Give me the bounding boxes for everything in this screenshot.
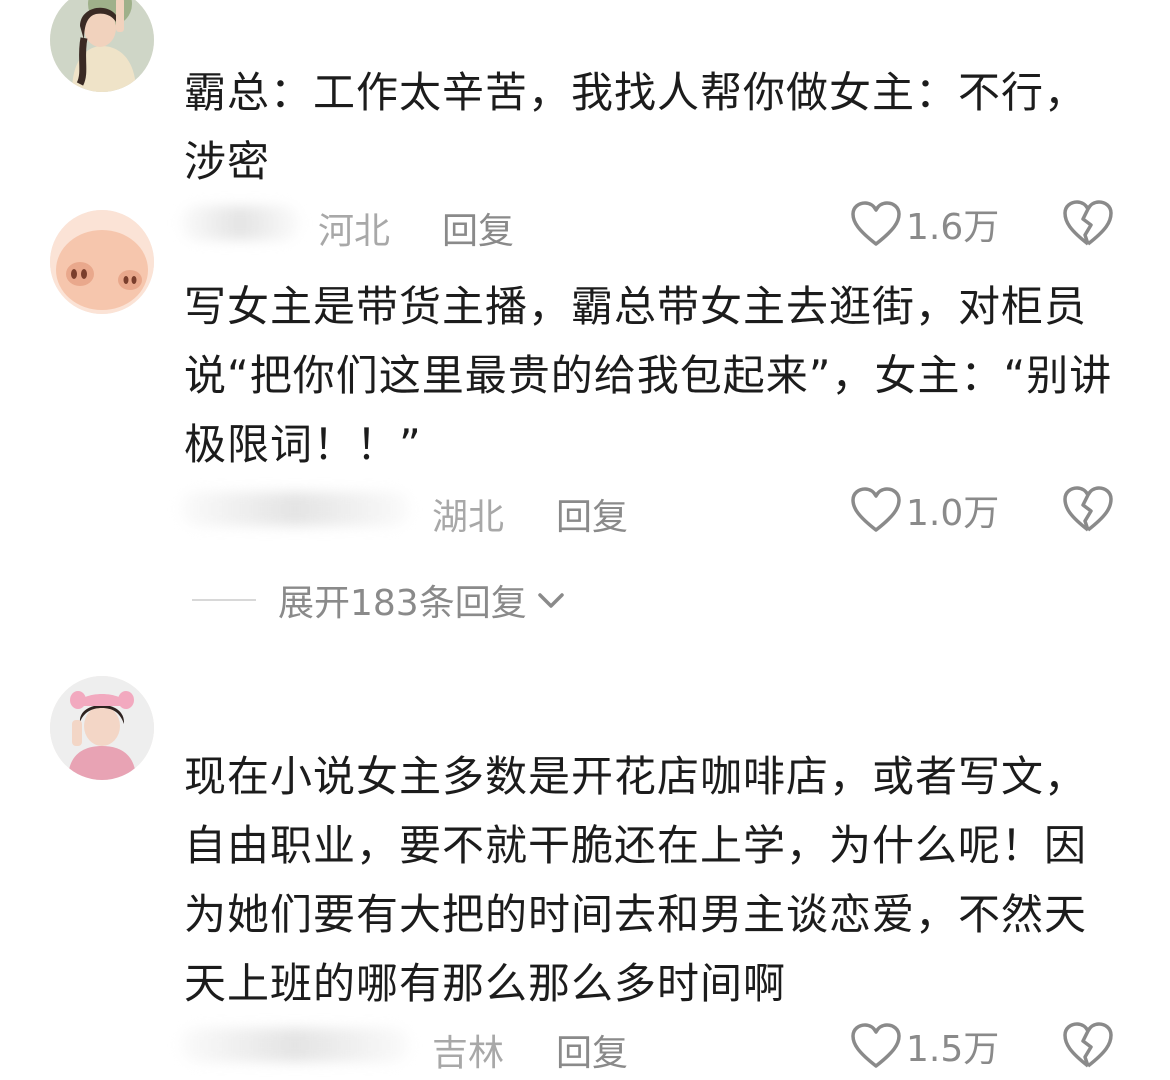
- comment-text-line: 涉密: [184, 137, 271, 186]
- comment-text-line: 自由职业，要不就干脆还在上学，为什么呢！因: [184, 821, 1088, 870]
- comment-text-line: 霸总：工作太辛苦，我找人帮你做女主：不行，: [184, 68, 1088, 117]
- comment-text-line: 写女主是带货主播，霸总带女主去逛街，对柜员: [184, 282, 1088, 331]
- avatar[interactable]: [50, 676, 154, 780]
- avatar[interactable]: [50, 210, 154, 314]
- broken-heart-icon: [1063, 1022, 1113, 1068]
- dislike-button[interactable]: [1062, 1020, 1114, 1070]
- comment-item: 写女主是带货主播，霸总带女主去逛街，对柜员 说“把你们这里最贵的给我包起来”，女…: [0, 210, 1170, 560]
- divider-line: [192, 599, 256, 601]
- heart-outline-icon: [851, 201, 901, 246]
- like-button[interactable]: 1.6万: [850, 194, 999, 254]
- dislike-button[interactable]: [1062, 484, 1114, 534]
- comment-text-line: 现在小说女主多数是开花店咖啡店，或者写文，: [184, 752, 1088, 801]
- expand-replies-label: 展开183条回复: [278, 583, 527, 624]
- reply-button[interactable]: 回复: [556, 488, 628, 540]
- comment-item: 现在小说女主多数是开花店咖啡店，或者写文， 自由职业，要不就干脆还在上学，为什么…: [0, 676, 1170, 1080]
- blurred-username: [180, 492, 410, 526]
- blurred-username: [180, 206, 300, 240]
- reply-button[interactable]: 回复: [556, 1024, 628, 1076]
- reply-button[interactable]: 回复: [442, 202, 514, 254]
- location-label: 吉林: [432, 1033, 505, 1074]
- comment-text: 霸总：工作太辛苦，我找人帮你做女主：不行， 涉密: [184, 58, 1134, 196]
- expand-replies-button[interactable]: 展开183条回复: [192, 570, 567, 630]
- location-label: 湖北: [432, 497, 505, 538]
- avatar[interactable]: [50, 0, 154, 92]
- like-button[interactable]: 1.0万: [850, 480, 999, 540]
- like-count: 1.6万: [906, 207, 1000, 248]
- heart-outline-icon: [851, 1023, 901, 1068]
- like-button[interactable]: 1.5万: [850, 1016, 999, 1076]
- like-count: 1.5万: [906, 1029, 1000, 1070]
- heart-outline-icon: [851, 487, 901, 532]
- chevron-down-icon: [537, 593, 564, 608]
- broken-heart-icon: [1063, 200, 1113, 246]
- comment-meta: 吉林 回复 1.5万: [0, 1016, 1170, 1076]
- comment-text: 现在小说女主多数是开花店咖啡店，或者写文， 自由职业，要不就干脆还在上学，为什么…: [184, 742, 1134, 1018]
- broken-heart-icon: [1063, 486, 1113, 532]
- comment-text: 写女主是带货主播，霸总带女主去逛街，对柜员 说“把你们这里最贵的给我包起来”，女…: [184, 272, 1134, 479]
- comment-item: 霸总：工作太辛苦，我找人帮你做女主：不行， 涉密 河北 回复 1.6万: [0, 0, 1170, 260]
- blurred-username: [180, 1028, 410, 1062]
- location-label: 河北: [318, 211, 391, 252]
- dislike-button[interactable]: [1062, 198, 1114, 248]
- comment-text-line: 天上班的哪有那么那么多时间啊: [184, 959, 787, 1008]
- comment-text-line: 为她们要有大把的时间去和男主谈恋爱，不然天: [184, 890, 1088, 939]
- comment-text-line: 说“把你们这里最贵的给我包起来”，女主：“别讲: [184, 351, 1113, 400]
- comment-meta: 河北 回复 1.6万: [0, 194, 1170, 254]
- comment-meta: 湖北 回复 1.0万: [0, 480, 1170, 540]
- like-count: 1.0万: [906, 493, 1000, 534]
- comment-text-line: 极限词！！”: [184, 420, 422, 469]
